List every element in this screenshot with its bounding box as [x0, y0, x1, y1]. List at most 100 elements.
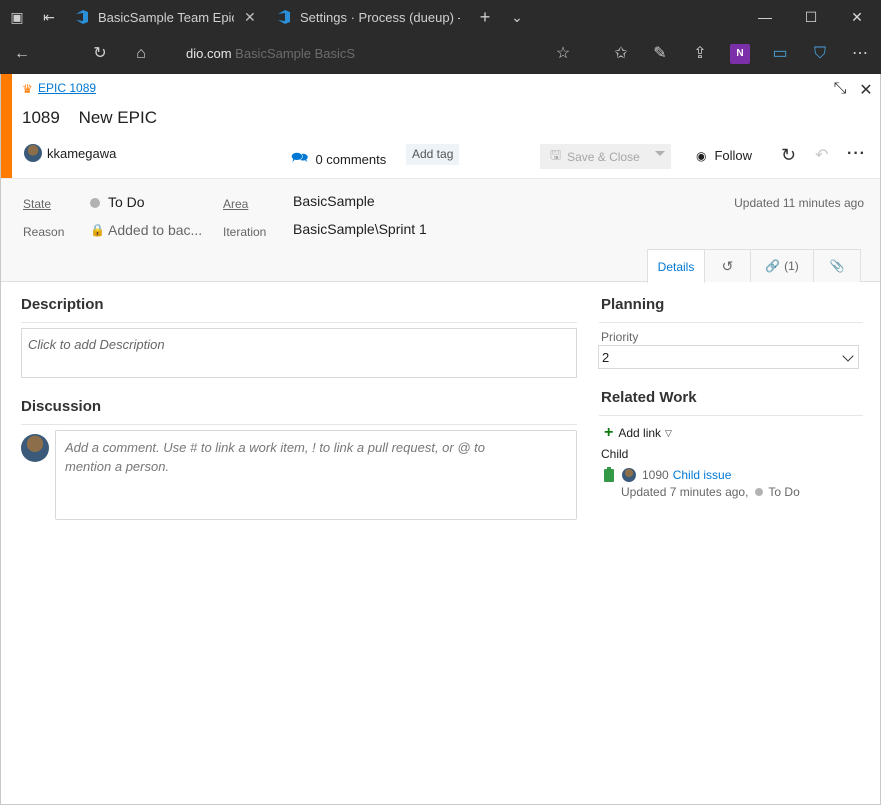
paperclip-icon: 📎: [829, 259, 845, 273]
iteration-label: Iteration: [223, 225, 267, 239]
tab-details[interactable]: Details: [647, 249, 705, 283]
planning-heading: Planning: [601, 296, 665, 313]
collapse-icon[interactable]: ⤡: [830, 80, 850, 98]
follow-button[interactable]: ◉ Follow: [696, 148, 752, 163]
minimize-icon[interactable]: —: [742, 0, 788, 34]
issue-icon: [604, 466, 614, 482]
divider: [599, 322, 863, 323]
save-dropdown-icon[interactable]: [655, 151, 665, 156]
reason-value[interactable]: Added to bac...: [108, 222, 202, 238]
chevron-down-icon: ▽: [665, 427, 672, 438]
work-item-type-link[interactable]: EPIC 1089: [38, 81, 96, 95]
plus-icon: +: [604, 424, 614, 441]
close-window-icon[interactable]: ✕: [834, 0, 880, 34]
refresh-item-icon[interactable]: ↻: [781, 145, 796, 166]
area-value[interactable]: BasicSample: [293, 193, 375, 209]
new-tab-icon[interactable]: +: [476, 8, 494, 26]
undo-icon: ↶: [815, 147, 829, 164]
tab-attachments[interactable]: 📎: [813, 249, 861, 282]
comment-placeholder-line: mention a person.: [65, 459, 170, 474]
shield-icon[interactable]: ⛉: [810, 44, 830, 64]
add-link-button[interactable]: + Add link ▽: [604, 424, 672, 442]
form-tabs: Details ↺ 🔗 (1) 📎: [647, 249, 861, 283]
child-work-item[interactable]: 1090 Child issue: [604, 466, 732, 482]
follow-label: Follow: [714, 148, 753, 163]
azure-devops-icon: [278, 10, 290, 24]
work-item-form: ♛ EPIC 1089 ⤡ ✕ 1089 New EPIC kkamegawa …: [0, 74, 881, 805]
child-state: To Do: [768, 485, 800, 499]
updated-timestamp[interactable]: Updated 11 minutes ago: [734, 196, 864, 210]
tab-actions-icon[interactable]: ▣: [8, 8, 26, 26]
pen-icon[interactable]: ✎: [650, 44, 670, 64]
crown-icon: ♛: [22, 82, 33, 96]
close-tab-icon[interactable]: ✕: [244, 9, 256, 26]
work-item-title: 1089 New EPIC: [22, 108, 157, 128]
close-icon[interactable]: ✕: [856, 80, 876, 100]
comment-input[interactable]: Add a comment. Use # to link a work item…: [55, 430, 577, 520]
comment-placeholder-line: Add a comment. Use # to link a work item…: [65, 440, 485, 455]
header-fields: State To Do Reason 🔒 Added to bac... Are…: [1, 178, 880, 283]
title-input[interactable]: New EPIC: [79, 108, 157, 127]
state-value[interactable]: To Do: [108, 194, 145, 210]
child-group-label: Child: [601, 447, 629, 461]
assigned-to-field[interactable]: kkamegawa: [24, 144, 116, 162]
tab-history[interactable]: ↺: [704, 249, 751, 282]
maximize-icon[interactable]: ☐: [788, 0, 834, 34]
favorites-list-icon[interactable]: ✩: [611, 44, 631, 64]
iteration-value[interactable]: BasicSample\Sprint 1: [293, 221, 427, 237]
browser-tab-epics[interactable]: BasicSample Team Epics ✕: [74, 0, 264, 34]
favorite-star-icon[interactable]: ☆: [553, 44, 573, 64]
work-item-type-color-bar: [1, 74, 12, 178]
onenote-icon[interactable]: N: [730, 44, 750, 64]
add-link-label: Add link: [618, 426, 662, 440]
description-field[interactable]: Click to add Description: [21, 328, 577, 378]
area-label: Area: [223, 197, 249, 211]
tab-title: BasicSample Team Epics: [98, 9, 234, 25]
divider: [21, 322, 577, 323]
assigned-user: kkamegawa: [47, 145, 117, 161]
tab-title: Settings · Process (dueup) -: [300, 9, 460, 25]
url-field[interactable]: dio.com BasicSample BasicS: [186, 46, 355, 61]
tab-list-chevron-icon[interactable]: ⌄: [508, 8, 526, 26]
more-browser-icon[interactable]: ⋯: [850, 44, 870, 64]
state-dot: [755, 488, 764, 496]
avatar: [622, 468, 636, 482]
chevron-down-icon: [842, 350, 854, 362]
work-item-id: 1089: [22, 108, 60, 127]
home-icon[interactable]: ⌂: [131, 44, 151, 64]
priority-label: Priority: [601, 330, 639, 344]
child-updated: Updated 7 minutes ago,: [621, 485, 749, 499]
reason-label: Reason: [23, 225, 65, 239]
avatar: [21, 434, 49, 462]
description-heading: Description: [21, 296, 104, 313]
child-title-link[interactable]: Child issue: [673, 468, 732, 482]
comments-button[interactable]: 🗪 0 comments: [291, 147, 386, 171]
save-close-button[interactable]: 🖫 Save & Close: [540, 144, 671, 169]
related-work-heading: Related Work: [601, 389, 697, 406]
comment-icon: 🗪: [291, 149, 309, 165]
url-path: BasicSample BasicS: [235, 46, 356, 61]
save-icon: 🖫: [550, 146, 562, 162]
share-icon[interactable]: ⇪: [690, 44, 710, 64]
child-id: 1090: [642, 468, 669, 482]
url-host: dio.com: [186, 46, 232, 61]
avatar: [24, 144, 42, 162]
link-icon: 🔗: [765, 259, 781, 273]
feedback-icon[interactable]: ▭: [770, 44, 790, 64]
add-tag-button[interactable]: Add tag: [406, 144, 460, 165]
browser-tab-settings[interactable]: Settings · Process (dueup) -: [276, 0, 466, 34]
priority-value: 2: [602, 350, 610, 365]
more-actions-icon[interactable]: ···: [847, 145, 866, 163]
set-tabs-aside-icon[interactable]: ⇤: [40, 8, 58, 26]
tab-links[interactable]: 🔗 (1): [750, 249, 814, 282]
back-icon[interactable]: ←: [12, 44, 32, 64]
priority-select[interactable]: 2: [598, 345, 859, 369]
refresh-icon[interactable]: ↻: [90, 44, 110, 64]
divider: [599, 415, 863, 416]
azure-devops-icon: [76, 10, 88, 24]
discussion-heading: Discussion: [21, 398, 102, 415]
lock-icon: 🔒: [90, 223, 105, 237]
links-count: (1): [784, 259, 799, 273]
browser-tab-strip: ▣ ⇤ BasicSample Team Epics ✕ Settings · …: [0, 0, 881, 34]
state-dot: [90, 198, 100, 208]
